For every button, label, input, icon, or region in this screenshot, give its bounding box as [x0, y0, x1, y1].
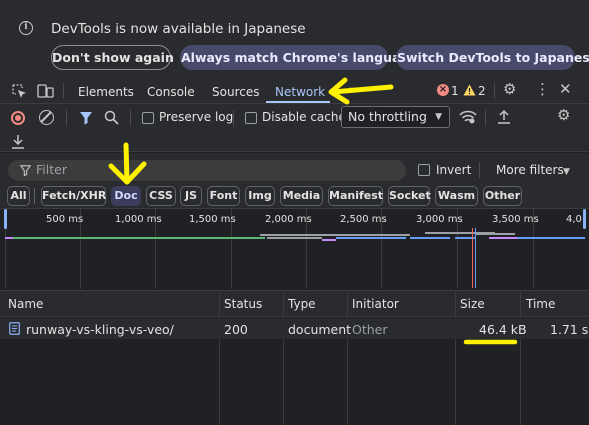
filter-funnel-icon[interactable]: [79, 111, 93, 125]
column-header-time[interactable]: Time: [526, 297, 555, 311]
preserve-log-checkbox[interactable]: [142, 112, 154, 124]
divider: [485, 110, 486, 126]
tick-label: 3,000 ms: [416, 214, 463, 225]
dont-show-again-button[interactable]: Don't show again: [51, 45, 174, 70]
divider: [233, 110, 234, 126]
tab-console[interactable]: Console: [147, 85, 195, 99]
column-divider: [283, 290, 284, 425]
tick-label: 4,0: [566, 214, 582, 225]
invert-label[interactable]: Invert: [436, 163, 471, 177]
column-divider: [520, 290, 521, 425]
disable-cache-label[interactable]: Disable cache: [262, 110, 346, 124]
network-settings-gear-icon[interactable]: ⚙: [557, 108, 570, 123]
chevron-down-icon[interactable]: ▼: [563, 165, 570, 179]
tick-label: 500 ms: [46, 214, 84, 225]
overview-right-handle[interactable]: [583, 209, 586, 229]
tick-label: 1,500 ms: [189, 214, 236, 225]
type-filter-js[interactable]: JS: [180, 186, 202, 206]
type-filter-media[interactable]: Media: [280, 186, 323, 206]
type-filter-wasm[interactable]: Wasm: [435, 186, 478, 206]
error-icon: ×: [437, 84, 449, 96]
close-devtools-icon[interactable]: ✕: [559, 82, 572, 97]
divider: [130, 110, 131, 126]
more-filters-dropdown[interactable]: More filters: [496, 163, 564, 177]
more-tabs-icon[interactable]: »: [349, 84, 357, 98]
request-time: 1.71 s: [550, 322, 589, 337]
info-icon: i: [19, 21, 33, 35]
language-infobar: i DevTools is now available in Japanese …: [0, 0, 589, 76]
divider: [34, 188, 35, 204]
divider: [494, 83, 495, 99]
column-header-initiator[interactable]: Initiator: [352, 297, 399, 311]
tick-label: 2,000 ms: [265, 214, 312, 225]
divider: [479, 162, 480, 178]
match-chrome-language-button[interactable]: Always match Chrome's language: [180, 45, 418, 70]
settings-gear-icon[interactable]: ⚙: [503, 82, 516, 97]
type-filter-socket[interactable]: Socket: [388, 186, 431, 206]
throttling-value: No throttling: [348, 109, 427, 124]
error-count[interactable]: 1: [451, 84, 459, 98]
column-header-size[interactable]: Size: [460, 297, 485, 311]
clear-icon[interactable]: [39, 110, 54, 125]
devtools-window: i DevTools is now available in Japanese …: [0, 0, 589, 425]
document-icon: [9, 322, 20, 335]
preserve-log-label[interactable]: Preserve log: [159, 110, 233, 124]
column-divider: [219, 290, 220, 425]
type-filter-fetch-xhr[interactable]: Fetch/XHR: [41, 186, 106, 206]
disable-cache-checkbox[interactable]: [245, 112, 257, 124]
infobar-message: DevTools is now available in Japanese: [51, 21, 306, 37]
warning-count[interactable]: 2: [478, 84, 486, 98]
overview-left-handle[interactable]: [4, 209, 7, 229]
type-filter-doc[interactable]: Doc: [111, 186, 141, 206]
import-har-icon[interactable]: [497, 109, 511, 124]
filter-icon: [20, 165, 31, 176]
tick-label: 3,500 ms: [492, 214, 539, 225]
tab-network[interactable]: Network: [275, 85, 325, 99]
type-filter-manifest[interactable]: Manifest: [328, 186, 383, 206]
column-divider: [455, 290, 456, 425]
column-divider: [347, 290, 348, 425]
divider: [66, 110, 67, 126]
request-type: document: [288, 322, 352, 337]
divider: [63, 83, 64, 99]
active-tab-indicator: [266, 101, 330, 103]
type-filter-css[interactable]: CSS: [146, 186, 176, 206]
filter-input[interactable]: Filter: [8, 160, 406, 181]
type-filter-all[interactable]: All: [7, 186, 30, 206]
overview-waterfall-bars: [5, 228, 585, 288]
request-name[interactable]: runway-vs-kling-vs-veo/: [26, 322, 174, 337]
type-filter-font[interactable]: Font: [207, 186, 240, 206]
chevron-down-icon: ▼: [435, 112, 442, 122]
request-size: 46.4 kB: [479, 322, 527, 337]
record-icon[interactable]: [11, 111, 25, 125]
device-toolbar-icon[interactable]: [37, 83, 54, 99]
column-header-status[interactable]: Status: [224, 297, 262, 311]
request-status: 200: [224, 322, 248, 337]
search-icon[interactable]: [104, 110, 119, 125]
invert-checkbox[interactable]: [418, 164, 430, 176]
tab-sources[interactable]: Sources: [212, 85, 259, 99]
inspect-element-icon[interactable]: [12, 84, 27, 99]
export-har-icon[interactable]: [11, 134, 25, 149]
type-filter-other[interactable]: Other: [483, 186, 522, 206]
tick-label: 2,500 ms: [340, 214, 387, 225]
warning-icon: [463, 84, 476, 96]
request-initiator: Other: [352, 322, 388, 337]
throttling-select[interactable]: No throttling ▼: [341, 106, 450, 128]
more-options-icon[interactable]: ⋮: [535, 82, 550, 97]
filter-placeholder: Filter: [36, 162, 67, 177]
tab-elements[interactable]: Elements: [78, 85, 134, 99]
switch-to-japanese-button[interactable]: Switch DevTools to Japanese: [396, 45, 589, 70]
column-header-type[interactable]: Type: [288, 297, 316, 311]
network-conditions-icon[interactable]: [459, 109, 477, 125]
type-filter-img[interactable]: Img: [245, 186, 275, 206]
tick-label: 1,000 ms: [115, 214, 162, 225]
column-header-name[interactable]: Name: [8, 297, 43, 311]
